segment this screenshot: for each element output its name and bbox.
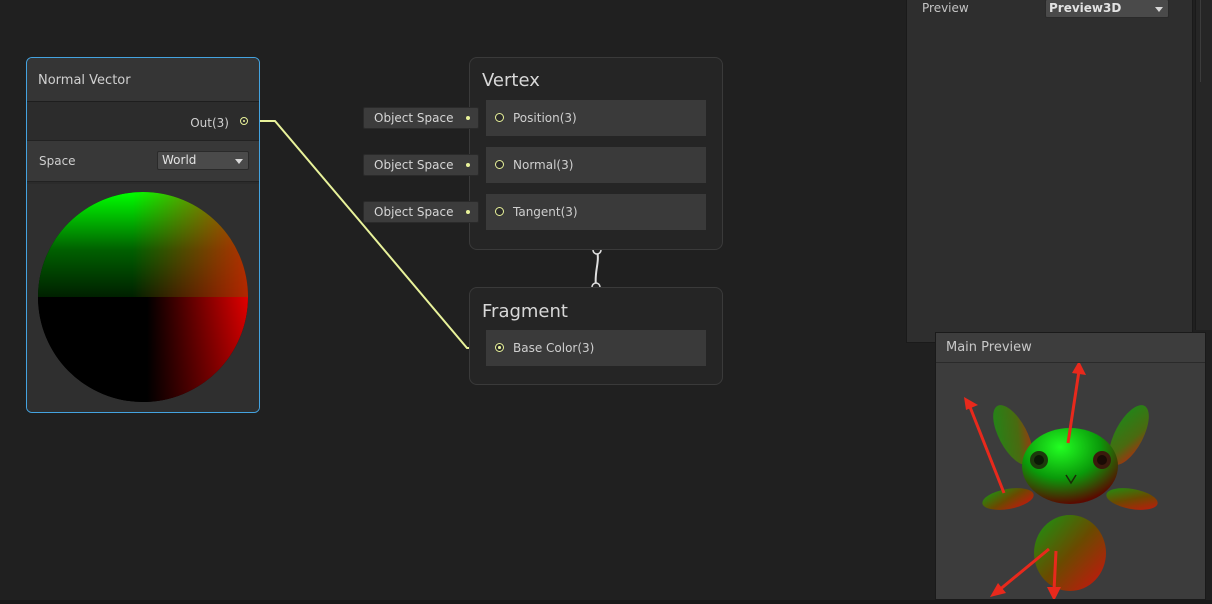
slot-position[interactable]: Position(3) [486, 100, 706, 136]
preview-dropdown-value: Preview3D [1049, 1, 1122, 15]
pill-text: Object Space [374, 158, 454, 172]
slot-base-color[interactable]: Base Color(3) [486, 330, 706, 366]
fragment-node[interactable]: Fragment Base Color(3) [469, 287, 723, 385]
graph-inspector-panel: Preview Preview3D [906, 0, 1193, 343]
divider [1200, 0, 1201, 82]
chevron-down-icon [1155, 7, 1163, 12]
main-preview-window[interactable]: Main Preview [935, 332, 1206, 600]
preview-dropdown[interactable]: Preview3D [1045, 0, 1169, 18]
slot-port[interactable] [495, 160, 504, 169]
slot-label: Tangent(3) [513, 205, 578, 219]
slot-port[interactable] [495, 207, 504, 216]
main-preview-header[interactable]: Main Preview [936, 333, 1205, 363]
stack-link-vertex-fragment [594, 250, 599, 287]
output-port-label: Out(3) [190, 116, 229, 130]
slot-label: Base Color(3) [513, 341, 595, 355]
fragment-title: Fragment [482, 301, 568, 322]
preview-label: Preview [922, 1, 969, 15]
main-preview-viewport[interactable] [936, 361, 1205, 599]
vertex-node[interactable]: Vertex Position(3) Normal(3) Tangent(3) [469, 57, 723, 250]
pill-port[interactable] [466, 210, 470, 214]
pill-port[interactable] [466, 116, 470, 120]
node-preview [27, 184, 259, 412]
node-title: Normal Vector [38, 73, 131, 88]
output-port[interactable] [240, 117, 248, 125]
slot-label: Normal(3) [513, 158, 574, 172]
right-scrollbar[interactable] [1195, 0, 1212, 330]
space-row: Space World [27, 140, 259, 182]
bottom-border [0, 600, 1212, 604]
object-space-pill-normal[interactable]: Object Space [363, 154, 479, 176]
chevron-down-icon [235, 159, 243, 164]
vertex-title: Vertex [482, 70, 540, 91]
normal-sphere-preview [38, 192, 248, 402]
main-preview-title: Main Preview [946, 340, 1032, 355]
slot-tangent[interactable]: Tangent(3) [486, 194, 706, 230]
slot-normal[interactable]: Normal(3) [486, 147, 706, 183]
space-dropdown[interactable]: World [157, 151, 249, 170]
bunny-preview-image [964, 361, 1158, 599]
space-label: Space [39, 154, 76, 168]
slot-port[interactable] [495, 343, 504, 352]
space-dropdown-value: World [162, 153, 197, 167]
slot-port[interactable] [495, 113, 504, 122]
slot-label: Position(3) [513, 111, 577, 125]
node-header[interactable]: Normal Vector [27, 58, 259, 102]
object-space-pill-position[interactable]: Object Space [363, 107, 479, 129]
output-row: Out(3) [27, 102, 259, 140]
pill-text: Object Space [374, 111, 454, 125]
pill-text: Object Space [374, 205, 454, 219]
object-space-pill-tangent[interactable]: Object Space [363, 201, 479, 223]
pill-port[interactable] [466, 163, 470, 167]
normal-vector-node[interactable]: Normal Vector Out(3) Space World [26, 57, 260, 413]
